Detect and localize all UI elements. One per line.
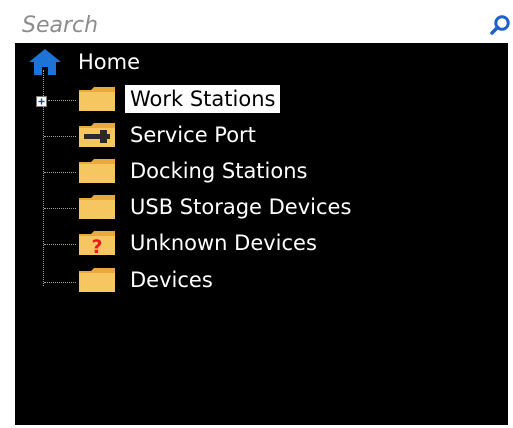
search-input[interactable]	[22, 10, 462, 40]
tree-item-docking-stations[interactable]: Docking Stations	[78, 157, 398, 185]
tree-item-label: Unknown Devices	[130, 231, 317, 255]
tree-item-label: USB Storage Devices	[130, 195, 352, 219]
tree-item-work-stations[interactable]: Work Stations	[78, 85, 378, 113]
home-icon	[29, 49, 61, 75]
tree-item-label: Docking Stations	[130, 159, 308, 183]
tree-root-home[interactable]: Home	[27, 48, 227, 76]
folder-icon	[79, 195, 115, 219]
search-icon[interactable]	[489, 14, 511, 36]
tree-item-devices[interactable]: Devices	[78, 266, 378, 294]
folder-icon	[79, 87, 115, 111]
tree-item-label: Service Port	[130, 123, 256, 147]
service-port-folder-icon	[79, 123, 115, 147]
unknown-folder-icon: ?	[79, 231, 115, 256]
tree-item-usb-storage-devices[interactable]: USB Storage Devices	[78, 193, 438, 221]
tree-connector-line	[48, 100, 76, 101]
tree-item-label: Devices	[130, 268, 213, 292]
tree-connector-line	[44, 282, 76, 283]
expand-toggle-work-stations[interactable]	[36, 96, 47, 107]
tree-connector-line	[44, 172, 76, 173]
plus-icon	[38, 98, 45, 105]
tree-connector-line	[44, 136, 76, 137]
tree-item-unknown-devices[interactable]: ? Unknown Devices	[78, 229, 418, 257]
tree-item-label: Work Stations	[125, 85, 281, 113]
tree-item-service-port[interactable]: Service Port	[78, 121, 378, 149]
search-bar	[15, 7, 511, 43]
svg-text:?: ?	[91, 236, 102, 256]
tree-root-label: Home	[78, 50, 141, 74]
tree-connector-line	[44, 244, 76, 245]
tree-connector-line	[44, 208, 76, 209]
folder-icon	[79, 159, 115, 183]
folder-icon	[79, 268, 115, 292]
